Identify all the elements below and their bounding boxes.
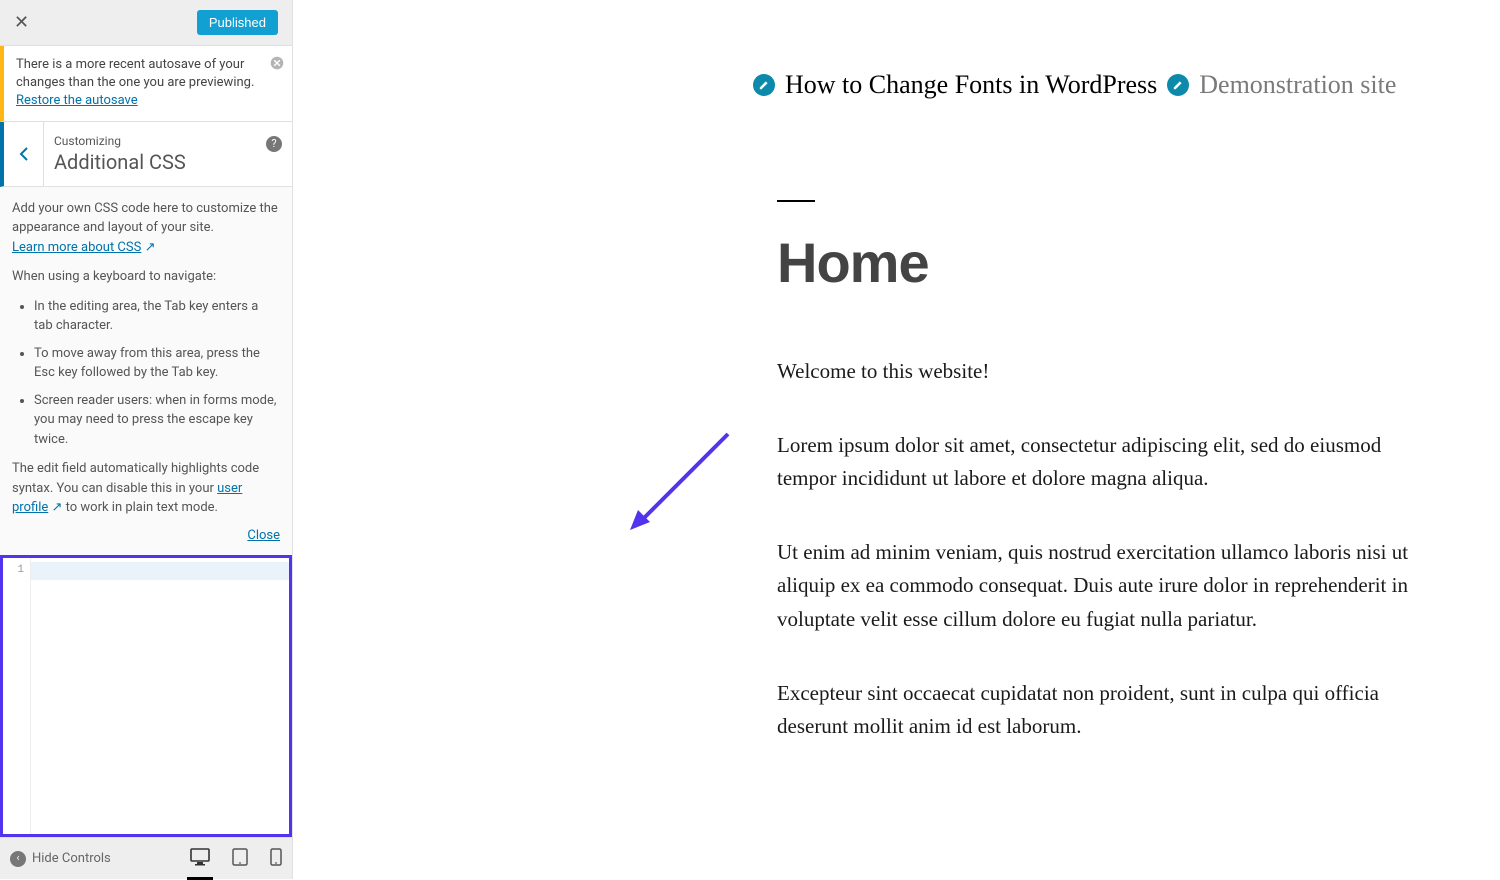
device-preview-switcher (190, 848, 282, 870)
sidebar-header: ✕ Published (0, 0, 292, 46)
close-customizer-icon[interactable]: ✕ (14, 12, 29, 33)
external-link-icon: ↗ (145, 240, 156, 255)
dismiss-notice-icon[interactable] (270, 56, 284, 76)
edit-tagline-icon[interactable] (1167, 74, 1189, 96)
learn-more-css-link[interactable]: Learn more about CSS (12, 240, 141, 255)
back-button[interactable] (4, 122, 44, 186)
restore-autosave-link[interactable]: Restore the autosave (16, 93, 138, 108)
published-button[interactable]: Published (197, 10, 278, 35)
external-link-icon: ↗ (48, 500, 62, 515)
help-item-2: To move away from this area, press the E… (34, 344, 280, 383)
site-preview: How to Change Fonts in WordPress Demonst… (293, 0, 1500, 879)
description-panel: Add your own CSS code here to customize … (0, 187, 292, 528)
hide-controls-label: Hide Controls (32, 851, 111, 866)
section-overline: Customizing (54, 134, 282, 148)
site-header: How to Change Fonts in WordPress Demonst… (293, 0, 1500, 100)
tablet-preview-icon[interactable] (232, 848, 248, 870)
mobile-preview-icon[interactable] (270, 848, 282, 870)
help-item-3: Screen reader users: when in forms mode,… (34, 391, 280, 450)
edit-site-title-icon[interactable] (753, 74, 775, 96)
section-title: Additional CSS (54, 150, 282, 174)
css-editor[interactable]: 1 (0, 555, 292, 837)
body-para-4: Excepteur sint occaecat cupidatat non pr… (777, 677, 1437, 744)
site-tagline: Demonstration site (1199, 70, 1396, 100)
site-title[interactable]: How to Change Fonts in WordPress (785, 70, 1157, 100)
body-para-3: Ut enim ad minim veniam, quis nostrud ex… (777, 536, 1437, 637)
customizer-sidebar: ✕ Published There is a more recent autos… (0, 0, 293, 879)
section-header: Customizing Additional CSS ? (0, 122, 292, 187)
keyboard-intro: When using a keyboard to navigate: (12, 267, 280, 287)
sidebar-footer: ‹ Hide Controls (0, 837, 292, 879)
page-content: Home Welcome to this website! Lorem ipsu… (293, 100, 1493, 744)
help-item-1: In the editing area, the Tab key enters … (34, 297, 280, 336)
page-title: Home (777, 230, 1493, 295)
help-icon[interactable]: ? (266, 136, 282, 152)
chevron-left-icon: ‹ (10, 851, 26, 867)
desktop-preview-icon[interactable] (190, 848, 210, 870)
title-divider (777, 200, 815, 202)
close-help-link[interactable]: Close (247, 528, 280, 543)
body-para-2: Lorem ipsum dolor sit amet, consectetur … (777, 429, 1437, 496)
body-para-1: Welcome to this website! (777, 355, 1437, 389)
syntax-text-post: to work in plain text mode. (62, 500, 218, 515)
hide-controls-button[interactable]: ‹ Hide Controls (10, 851, 111, 867)
code-input-area[interactable] (31, 558, 289, 834)
notice-text: There is a more recent autosave of your … (16, 57, 254, 90)
autosave-notice: There is a more recent autosave of your … (0, 46, 292, 122)
editor-gutter: 1 (3, 558, 31, 834)
intro-text: Add your own CSS code here to customize … (12, 201, 278, 236)
